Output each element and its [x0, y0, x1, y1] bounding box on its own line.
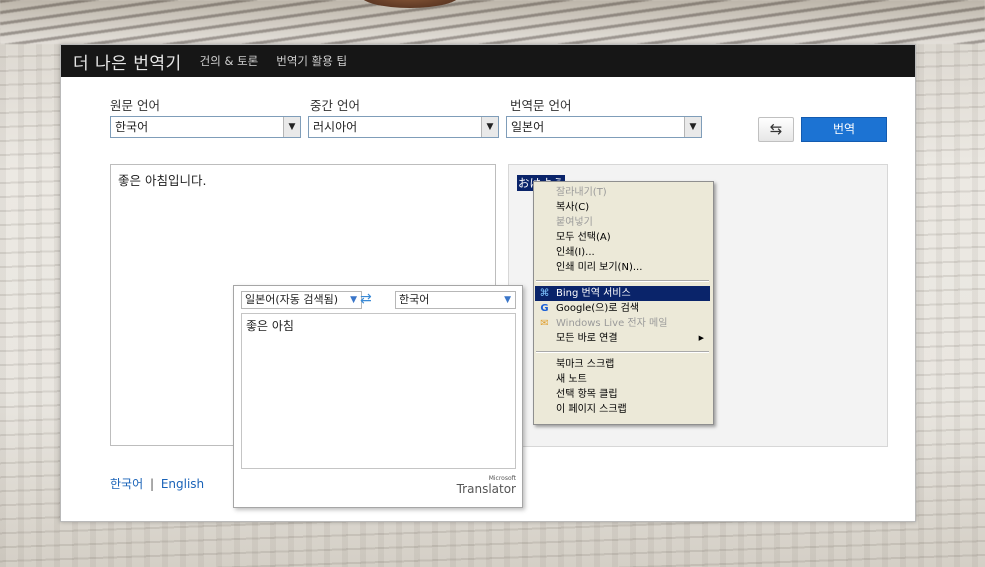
link-english[interactable]: English [161, 477, 204, 491]
menu-item-bing-translate[interactable]: ⌘ Bing 번역 서비스 [535, 286, 710, 301]
popup-to-language-select[interactable]: 한국어 ▼ [395, 291, 516, 309]
menu-item-scrap-page[interactable]: 이 페이지 스크랩 [535, 402, 710, 417]
pivot-language-select[interactable]: 러시아어 ▼ [308, 116, 499, 138]
menu-item-label: 인쇄(I)... [556, 247, 595, 258]
menu-item-all-accelerators[interactable]: 모든 바로 연결 ▶ [535, 331, 710, 346]
source-language-label: 원문 언어 [110, 98, 160, 113]
menu-item-label: Bing 번역 서비스 [556, 288, 631, 299]
menu-item-label: Google(으)로 검색 [556, 303, 640, 314]
menu-item-bookmark-scrap[interactable]: 북마크 스크랩 [535, 357, 710, 372]
swap-arrows-icon: ⇆ [769, 120, 783, 138]
brand-title[interactable]: 더 나은 번역기 [73, 49, 182, 74]
menu-item-cut[interactable]: 잘라내기(T) [535, 185, 710, 200]
chevron-down-icon[interactable]: ▼ [481, 117, 498, 137]
nav-link-discussion[interactable]: 건의 & 토론 [200, 53, 259, 69]
pivot-language-value: 러시아어 [313, 120, 358, 134]
menu-item-select-all[interactable]: 모두 선택(A) [535, 230, 710, 245]
menu-item-label: 붙여넣기 [556, 217, 593, 228]
popup-swap-arrows-icon[interactable]: ⇄ [360, 291, 372, 307]
target-language-value: 일본어 [511, 120, 545, 134]
menu-separator [536, 351, 709, 353]
chevron-down-icon[interactable]: ▼ [283, 117, 300, 137]
menu-item-new-note[interactable]: 새 노트 [535, 372, 710, 387]
popup-from-language: 일본어(자동 검색됨) [245, 293, 339, 306]
menu-item-windows-live-mail[interactable]: ✉ Windows Live 전자 메일 [535, 316, 710, 331]
google-icon: G [540, 303, 549, 314]
chevron-down-icon: ▼ [350, 295, 357, 305]
menu-item-paste[interactable]: 붙여넣기 [535, 215, 710, 230]
menu-item-label: 인쇄 미리 보기(N)... [556, 262, 643, 273]
microsoft-translator-logo: Microsoft Translator [457, 475, 516, 496]
menu-item-copy[interactable]: 복사(C) [535, 200, 710, 215]
submenu-arrow-icon: ▶ [698, 334, 704, 342]
menu-item-google-search[interactable]: G Google(으)로 검색 [535, 301, 710, 316]
swap-languages-button[interactable]: ⇆ [758, 117, 794, 142]
chevron-down-icon[interactable]: ▼ [684, 117, 701, 137]
target-language-label: 번역문 언어 [510, 98, 572, 113]
chevron-down-icon: ▼ [504, 295, 511, 305]
link-korean[interactable]: 한국어 [110, 477, 143, 491]
menu-item-label: Windows Live 전자 메일 [556, 318, 668, 329]
menu-item-label: 선택 항목 클립 [556, 389, 618, 400]
pivot-language-label: 중간 언어 [310, 98, 360, 113]
popup-translation-result[interactable]: 좋은 아침 [241, 313, 516, 469]
source-language-value: 한국어 [115, 120, 149, 134]
popup-to-language: 한국어 [399, 293, 430, 306]
menu-item-print-preview[interactable]: 인쇄 미리 보기(N)... [535, 260, 710, 275]
menu-item-label: 복사(C) [556, 202, 590, 213]
menu-item-label: 모두 선택(A) [556, 232, 611, 243]
popup-from-language-select[interactable]: 일본어(자동 검색됨) ▼ [241, 291, 362, 309]
link-separator: | [149, 477, 154, 491]
logo-small-text: Microsoft [488, 475, 516, 482]
menu-item-label: 잘라내기(T) [556, 187, 607, 198]
translator-popup: 일본어(자동 검색됨) ▼ ⇄ 한국어 ▼ 좋은 아침 Microsoft Tr… [233, 285, 523, 508]
background-texture [0, 0, 985, 44]
language-switch-links: 한국어 | English [110, 475, 204, 492]
menu-item-clip-selection[interactable]: 선택 항목 클립 [535, 387, 710, 402]
bing-translator-icon: ⌘ [539, 288, 550, 299]
source-language-select[interactable]: 한국어 ▼ [110, 116, 301, 138]
top-navigation-bar: 더 나은 번역기 건의 & 토론 번역기 활용 팁 [61, 45, 915, 77]
context-menu: 잘라내기(T) 복사(C) 붙여넣기 모두 선택(A) 인쇄(I)... 인쇄 … [533, 181, 714, 425]
menu-item-label: 새 노트 [556, 374, 587, 385]
windows-live-mail-icon: ✉ [540, 318, 549, 329]
logo-main-text: Translator [456, 482, 516, 496]
menu-separator [536, 280, 709, 282]
nav-link-tips[interactable]: 번역기 활용 팁 [276, 53, 347, 69]
translate-button[interactable]: 번역 [801, 117, 887, 142]
menu-item-label: 북마크 스크랩 [556, 359, 615, 370]
menu-item-label: 이 페이지 스크랩 [556, 404, 627, 415]
menu-item-print[interactable]: 인쇄(I)... [535, 245, 710, 260]
target-language-select[interactable]: 일본어 ▼ [506, 116, 702, 138]
menu-item-label: 모든 바로 연결 [556, 333, 618, 344]
